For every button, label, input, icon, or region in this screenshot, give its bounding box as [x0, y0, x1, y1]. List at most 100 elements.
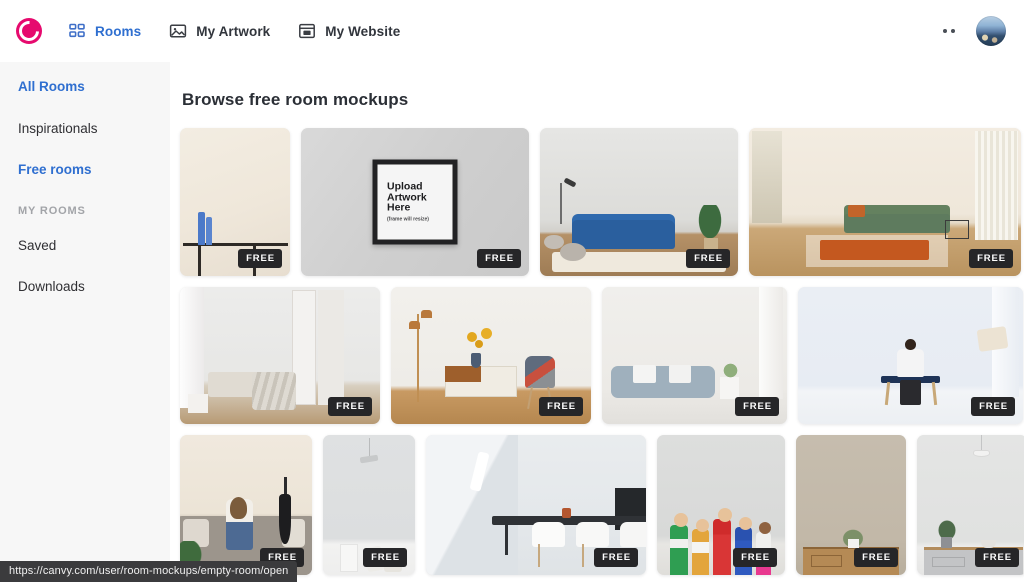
- sidebar-section-my-rooms: MY ROOMS: [18, 204, 86, 217]
- scene-detail: [538, 544, 541, 567]
- scene-detail: [720, 377, 739, 400]
- room-grey-sofa[interactable]: FREE: [602, 287, 787, 424]
- canvy-c-logo-icon[interactable]: [16, 18, 42, 44]
- room-grey-dresser-plant[interactable]: FREE: [917, 435, 1024, 575]
- nav-item-my-website-label: My Website: [325, 23, 401, 39]
- sidebar-item-downloads[interactable]: Downloads: [18, 280, 170, 294]
- scene-detail: [531, 521, 565, 547]
- room-sideboard-sunflowers[interactable]: FREE: [391, 287, 591, 424]
- scene-detail: [691, 528, 710, 575]
- scene-detail: [230, 496, 248, 519]
- scene-detail: [973, 450, 990, 458]
- scene-detail: [527, 386, 533, 409]
- free-badge: FREE: [686, 249, 730, 268]
- scene-detail: [409, 321, 420, 330]
- scene-detail: [717, 507, 732, 522]
- room-woman-with-guitar[interactable]: FREE: [180, 435, 312, 575]
- nav-item-my-artwork[interactable]: My Artwork: [169, 22, 270, 40]
- scene-detail: [704, 237, 719, 250]
- scene-detail: [206, 216, 213, 245]
- room-person-on-bench[interactable]: FREE: [798, 287, 1023, 424]
- sidebar-item-saved[interactable]: Saved: [18, 238, 170, 253]
- scene-detail: [619, 521, 646, 547]
- scene-detail: [904, 339, 916, 351]
- grid-icon: [68, 22, 86, 40]
- scene-detail: [944, 219, 970, 239]
- scene-detail: [611, 366, 715, 398]
- scene-detail: [252, 371, 296, 411]
- browser-status-bar-url: https://canvy.com/user/room-mockups/empt…: [0, 561, 298, 582]
- scene-detail: [369, 437, 371, 458]
- scene-detail: [197, 212, 205, 245]
- scene-detail: [197, 246, 201, 276]
- upload-artwork-text: Upload Artwork Here: [387, 180, 427, 214]
- artwork-frame-inner: Upload Artwork Here (frame will resize): [377, 164, 453, 240]
- room-mockups-grid: FREE Upload Artwork Here (frame will resiz…: [180, 128, 1024, 575]
- scene-detail: [713, 519, 732, 575]
- scene-detail: [563, 177, 577, 188]
- scene-detail: [359, 454, 379, 463]
- page-title: Browse free room mockups: [182, 90, 409, 109]
- room-attic-dining[interactable]: FREE: [426, 435, 646, 575]
- user-avatar[interactable]: [976, 16, 1006, 46]
- sidebar-item-inspirationals[interactable]: Inspirationals: [18, 121, 170, 136]
- free-badge: FREE: [735, 397, 779, 416]
- scene-detail: [582, 544, 585, 567]
- frame-resize-note: (frame will resize): [387, 216, 429, 223]
- top-navigation-bar: Rooms My Artwork My Website: [0, 0, 1024, 62]
- room-grid-row: FREE FREE FREE FREE FREE FREE: [180, 435, 1024, 575]
- room-upload-artwork[interactable]: Upload Artwork Here (frame will resize) FR…: [301, 128, 529, 276]
- scene-detail: [318, 289, 344, 405]
- scene-detail: [559, 182, 562, 225]
- scene-detail: [525, 355, 555, 389]
- sidebar-item-free-rooms[interactable]: Free rooms: [18, 163, 170, 177]
- scene-detail: [445, 366, 481, 382]
- room-superhero-kids[interactable]: FREE: [657, 435, 785, 575]
- room-green-sofa[interactable]: FREE: [749, 128, 1021, 276]
- free-badge: FREE: [733, 548, 777, 567]
- scene-detail: [559, 243, 586, 262]
- scene-detail: [722, 362, 739, 379]
- scene-detail: [759, 287, 784, 400]
- free-badge: FREE: [975, 548, 1019, 567]
- scene-detail: [974, 130, 1019, 241]
- scene-detail: [180, 287, 204, 408]
- scene-detail: [848, 204, 865, 217]
- free-badge: FREE: [238, 249, 282, 268]
- room-blue-sofa[interactable]: FREE: [540, 128, 738, 276]
- room-grid-row: FREE FREE FREE FREE: [180, 287, 1023, 424]
- sidebar-item-all-rooms[interactable]: All Rooms: [18, 80, 170, 94]
- browser-icon: [298, 22, 316, 40]
- scene-detail: [669, 524, 688, 575]
- more-options-two-dots-icon[interactable]: [936, 18, 962, 44]
- room-pendant-lamp[interactable]: FREE: [323, 435, 415, 575]
- scene-detail: [696, 518, 710, 532]
- scene-detail: [633, 365, 656, 383]
- scene-detail: [505, 524, 508, 556]
- free-badge: FREE: [328, 397, 372, 416]
- room-shelf-blue-vases[interactable]: FREE: [180, 128, 290, 276]
- scene-detail: [421, 310, 432, 319]
- free-badge: FREE: [363, 548, 407, 567]
- nav-item-rooms-label: Rooms: [95, 23, 142, 39]
- scene-detail: [481, 328, 492, 340]
- scene-detail: [471, 352, 481, 368]
- nav-item-my-website[interactable]: My Website: [298, 22, 400, 40]
- artwork-frame-mock: Upload Artwork Here (frame will resize): [372, 159, 458, 245]
- scene-detail: [847, 538, 859, 549]
- nav-item-rooms[interactable]: Rooms: [68, 22, 141, 40]
- free-badge: FREE: [477, 249, 521, 268]
- free-badge: FREE: [854, 548, 898, 567]
- room-grid-row: FREE Upload Artwork Here (frame will resiz…: [180, 128, 1021, 276]
- scene-detail: [941, 537, 953, 549]
- room-white-sofa-door[interactable]: FREE: [180, 287, 380, 424]
- room-beige-wall-dresser[interactable]: FREE: [796, 435, 906, 575]
- scene-detail: [897, 348, 924, 378]
- app-root: Rooms My Artwork My Website All Rooms In…: [0, 0, 1024, 582]
- scene-detail: [562, 507, 572, 518]
- image-icon: [169, 22, 187, 40]
- scene-detail: [475, 340, 483, 349]
- scene-detail: [575, 521, 609, 547]
- scene-detail: [279, 493, 291, 545]
- free-badge: FREE: [969, 249, 1013, 268]
